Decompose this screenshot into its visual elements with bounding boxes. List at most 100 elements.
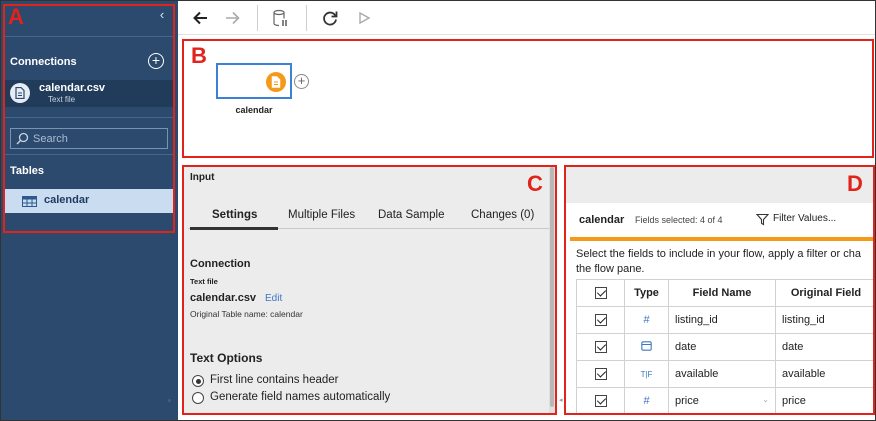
- row-checkbox-cell[interactable]: [576, 333, 625, 361]
- tab-changes[interactable]: Changes (0): [471, 209, 534, 221]
- table-header-row: Type Field Name Original Field: [576, 279, 875, 307]
- table-icon: [22, 196, 37, 207]
- column-header-type[interactable]: Type: [624, 279, 669, 307]
- toolbar-divider: [306, 5, 307, 31]
- text-file-icon: [10, 83, 30, 103]
- fields-table-name: calendar: [579, 214, 625, 226]
- annotation-label-a: A: [8, 4, 24, 29]
- scrollbar-thumb[interactable]: [550, 167, 554, 407]
- divider: [5, 117, 173, 118]
- connection-heading: Connection: [190, 258, 251, 270]
- row-checkbox-cell[interactable]: [576, 360, 625, 388]
- panel-resize-handle[interactable]: ◂: [559, 396, 563, 404]
- fields-description-line: Select the fields to include in your flo…: [576, 248, 861, 260]
- resize-dots-icon[interactable]: ◦: [168, 396, 171, 405]
- row-checkbox[interactable]: [594, 395, 607, 408]
- filter-icon: [756, 213, 769, 226]
- flow-node-label: calendar: [235, 105, 273, 115]
- chevron-left-icon[interactable]: ‹: [155, 7, 169, 23]
- original-field-cell: listing_id: [775, 306, 875, 334]
- connection-type: Text file: [48, 95, 76, 104]
- table-item-calendar[interactable]: calendar: [4, 189, 174, 213]
- input-settings-panel: Input Settings Multiple Files Data Sampl…: [184, 167, 555, 413]
- row-checkbox[interactable]: [594, 341, 607, 354]
- annotation-label-c: C: [527, 171, 543, 196]
- flow-pane: + calendar: [178, 35, 875, 160]
- date-icon[interactable]: [624, 333, 669, 361]
- fields-selected-count: Fields selected: 4 of 4: [635, 215, 723, 225]
- field-name-cell[interactable]: date: [668, 333, 776, 361]
- original-field-cell: price: [775, 387, 875, 415]
- boolean-icon[interactable]: T|F: [624, 360, 669, 388]
- radio-first-line-header[interactable]: [192, 375, 204, 387]
- fields-description-line: the flow pane.: [576, 263, 645, 275]
- connection-name: calendar.csv: [39, 82, 106, 94]
- table-name: calendar: [44, 194, 90, 206]
- select-all-checkbox-cell[interactable]: [576, 279, 625, 307]
- field-name-cell[interactable]: available: [668, 360, 776, 388]
- row-checkbox-cell[interactable]: [576, 306, 625, 334]
- field-name-cell[interactable]: price ⌄: [668, 387, 776, 415]
- text-options-heading: Text Options: [190, 351, 263, 365]
- annotation-label-b: B: [191, 43, 207, 68]
- row-checkbox-cell[interactable]: [576, 387, 625, 415]
- tab-data-sample[interactable]: Data Sample: [378, 209, 444, 221]
- accent-bar: [570, 237, 875, 241]
- connection-file-name: calendar.csv: [190, 292, 257, 304]
- forward-arrow-icon[interactable]: [222, 8, 242, 28]
- fields-table: Type Field Name Original Field # listing…: [576, 279, 875, 415]
- connection-type-label: Text file: [190, 277, 218, 286]
- chevron-down-icon[interactable]: ⌄: [762, 395, 769, 404]
- tables-heading: Tables: [10, 165, 45, 177]
- number-icon[interactable]: #: [624, 387, 669, 415]
- connection-item[interactable]: calendar.csv Text file: [4, 80, 174, 107]
- original-field-cell: available: [775, 360, 875, 388]
- tab-bar: Settings Multiple Files Data Sample Chan…: [188, 205, 550, 230]
- table-row[interactable]: date date: [576, 333, 875, 361]
- connections-heading: Connections: [10, 56, 77, 68]
- search-icon: [16, 132, 29, 145]
- back-arrow-icon[interactable]: [191, 8, 211, 28]
- column-header-field-name[interactable]: Field Name: [668, 279, 776, 307]
- fields-panel-header-bar: [566, 167, 875, 203]
- divider: [5, 36, 173, 37]
- filter-values-label: Filter Values...: [773, 213, 837, 224]
- radio-generate-field-names[interactable]: [192, 392, 204, 404]
- refresh-icon[interactable]: [320, 8, 340, 28]
- select-all-checkbox[interactable]: [594, 287, 607, 300]
- divider: [5, 154, 173, 155]
- search-box[interactable]: [10, 128, 168, 149]
- radio-generate-field-names-label: Generate field names automatically: [210, 391, 391, 403]
- number-icon[interactable]: #: [624, 306, 669, 334]
- original-table-name: Original Table name: calendar: [190, 309, 303, 319]
- add-step-icon[interactable]: +: [294, 74, 309, 89]
- column-header-original-field[interactable]: Original Field: [775, 279, 875, 307]
- table-row[interactable]: # price ⌄ price: [576, 387, 875, 415]
- add-connection-icon[interactable]: +: [148, 53, 164, 69]
- search-input[interactable]: [33, 131, 163, 146]
- table-row[interactable]: T|F available available: [576, 360, 875, 388]
- tab-settings[interactable]: Settings: [212, 209, 257, 221]
- input-panel-scrollbar[interactable]: [549, 167, 555, 413]
- table-row[interactable]: # listing_id listing_id: [576, 306, 875, 334]
- radio-first-line-header-label: First line contains header: [210, 374, 339, 386]
- original-field-cell: date: [775, 333, 875, 361]
- input-step-icon: [266, 72, 286, 92]
- annotation-label-d: D: [847, 171, 863, 196]
- toolbar-divider: [257, 5, 258, 31]
- sidebar: ‹ Connections + calendar.csv Text file T…: [1, 1, 178, 420]
- row-checkbox[interactable]: [594, 368, 607, 381]
- app-window: ‹ Connections + calendar.csv Text file T…: [0, 0, 876, 421]
- fields-description: Select the fields to include in your flo…: [576, 247, 875, 277]
- panel-title: Input: [190, 172, 215, 183]
- tab-multiple-files[interactable]: Multiple Files: [288, 209, 355, 221]
- edit-connection-link[interactable]: Edit: [265, 293, 282, 304]
- fields-panel: calendar Fields selected: 4 of 4 Filter …: [566, 203, 875, 415]
- flow-node-calendar[interactable]: [216, 63, 292, 99]
- pause-updates-icon[interactable]: [270, 8, 290, 28]
- row-checkbox[interactable]: [594, 314, 607, 327]
- field-name-cell[interactable]: listing_id: [668, 306, 776, 334]
- active-tab-indicator: [190, 227, 278, 230]
- run-icon[interactable]: [354, 8, 374, 28]
- toolbar: [178, 1, 875, 35]
